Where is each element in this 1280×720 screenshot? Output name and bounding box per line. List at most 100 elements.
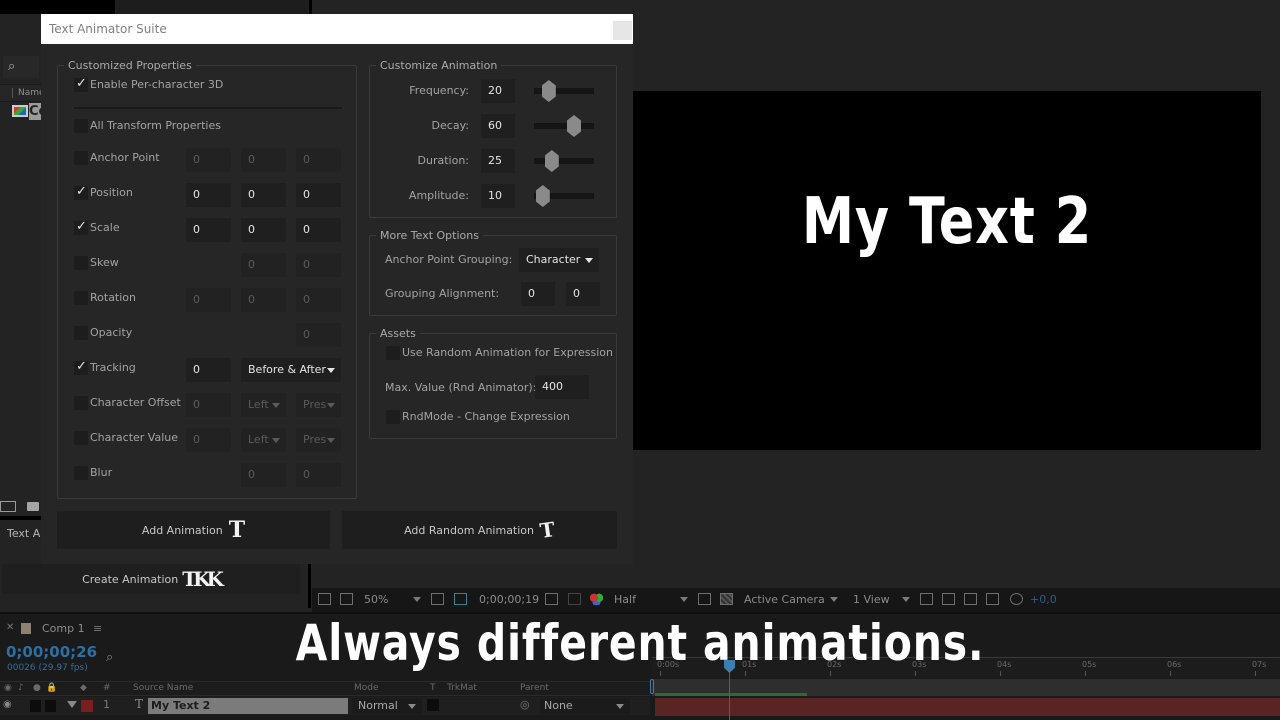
rotation-checkbox[interactable]: [74, 291, 88, 305]
layer-parent-dropdown[interactable]: None: [540, 698, 630, 714]
position-z-input[interactable]: 0: [296, 183, 341, 207]
column-source-name[interactable]: Source Name: [133, 682, 193, 695]
composition-viewer[interactable]: [633, 91, 1261, 450]
region-of-interest-icon[interactable]: [431, 593, 444, 605]
menu-icon[interactable]: ≡: [93, 620, 102, 638]
expand-triangle-icon[interactable]: [67, 701, 77, 708]
show-snapshot-icon[interactable]: [568, 593, 581, 605]
layer-color-label[interactable]: [81, 700, 93, 712]
position-x-input[interactable]: 0: [186, 183, 231, 207]
max-value-input[interactable]: 400: [535, 375, 589, 399]
exposure-value[interactable]: +0,0: [1030, 588, 1057, 612]
folder-icon[interactable]: [27, 502, 39, 511]
project-item[interactable]: Co: [0, 103, 42, 120]
trkmat-toggle[interactable]: [427, 699, 439, 711]
slider-track[interactable]: [534, 123, 594, 129]
skew-axis-input[interactable]: 0: [296, 253, 341, 277]
anchor-point-y-input[interactable]: 0: [241, 148, 286, 172]
panel-tab-text-animator[interactable]: Text Ar: [0, 520, 42, 548]
slider-value-input[interactable]: 10: [481, 184, 515, 208]
opacity-input[interactable]: 0: [296, 323, 341, 347]
scale-y-input[interactable]: 0: [241, 218, 286, 242]
lock-toggle[interactable]: [45, 700, 56, 712]
add-random-animation-button[interactable]: Add Random Animation T: [342, 511, 617, 549]
character-value-input[interactable]: 0: [186, 428, 231, 452]
eye-icon[interactable]: ◉: [3, 699, 12, 710]
character-offset-input[interactable]: 0: [186, 393, 231, 417]
views-dropdown[interactable]: 1 View: [853, 588, 890, 612]
tracking-type-dropdown[interactable]: Before & After: [241, 358, 341, 382]
audio-icon[interactable]: ♪: [18, 682, 24, 695]
fast-draft-icon[interactable]: [942, 593, 955, 605]
slider-track[interactable]: [534, 158, 594, 164]
camera-snapshot-icon[interactable]: [545, 593, 558, 605]
lock-icon[interactable]: 🔒: [46, 682, 57, 695]
transparency-grid-icon[interactable]: [720, 593, 733, 605]
anchor-grouping-dropdown[interactable]: Character: [519, 248, 599, 272]
skew-checkbox[interactable]: [74, 256, 88, 270]
position-y-input[interactable]: 0: [241, 183, 286, 207]
add-animation-button[interactable]: Add Animation T: [57, 511, 330, 549]
slider-value-input[interactable]: 20: [481, 79, 515, 103]
current-time-display[interactable]: 0;00;00;19: [479, 588, 539, 612]
solo-toggle[interactable]: [30, 700, 41, 712]
blur-x-input[interactable]: 0: [241, 463, 286, 487]
anchor-point-x-input[interactable]: 0: [186, 148, 231, 172]
channels-icon[interactable]: [590, 593, 603, 605]
rotation-x-input[interactable]: 0: [186, 288, 231, 312]
close-button[interactable]: [613, 21, 632, 40]
timeline-timecode[interactable]: 0;00;00;26: [6, 643, 97, 661]
layer-mode-dropdown[interactable]: Normal: [352, 698, 422, 714]
layer-duration-bar[interactable]: [655, 698, 1280, 716]
work-area-start-handle[interactable]: [650, 679, 654, 694]
pickwhip-icon[interactable]: ◎: [520, 698, 530, 711]
eye-icon[interactable]: ◉: [4, 682, 12, 695]
create-animation-button-content[interactable]: Create Animation TKK: [2, 564, 300, 594]
scale-x-input[interactable]: 0: [186, 218, 231, 242]
zoom-dropdown[interactable]: 50%: [364, 588, 388, 612]
character-offset-checkbox[interactable]: [74, 396, 88, 410]
character-value-mode-dropdown[interactable]: Pres: [296, 428, 341, 452]
project-column-header[interactable]: Name: [0, 84, 45, 102]
resolution-dropdown[interactable]: Half: [614, 588, 636, 612]
fast-previews-icon[interactable]: [698, 593, 711, 605]
enable-per-char-3d-checkbox[interactable]: [74, 76, 88, 92]
layer-name[interactable]: My Text 2: [148, 698, 348, 714]
toggle-pixel-aspect-icon[interactable]: [920, 593, 933, 605]
character-value-align-dropdown[interactable]: Left: [241, 428, 286, 452]
tracking-checkbox[interactable]: [74, 359, 88, 375]
camera-dropdown[interactable]: Active Camera: [744, 588, 825, 612]
monitor-icon[interactable]: [340, 593, 353, 605]
rotation-y-input[interactable]: 0: [241, 288, 286, 312]
anchor-point-z-input[interactable]: 0: [296, 148, 341, 172]
flowchart-icon[interactable]: [986, 593, 999, 605]
grouping-alignment-y-input[interactable]: 0: [566, 282, 600, 306]
slider-value-input[interactable]: 60: [481, 114, 515, 138]
skew-amount-input[interactable]: 0: [241, 253, 286, 277]
always-preview-icon[interactable]: [318, 593, 331, 605]
mask-visibility-icon[interactable]: [454, 593, 467, 605]
rotation-z-input[interactable]: 0: [296, 288, 341, 312]
use-random-animation-checkbox[interactable]: [386, 346, 400, 360]
timeline-icon[interactable]: [964, 593, 977, 605]
close-icon[interactable]: ✕: [6, 622, 14, 633]
all-transform-checkbox[interactable]: [74, 119, 88, 133]
solo-icon[interactable]: ●: [33, 682, 41, 695]
opacity-checkbox[interactable]: [74, 326, 88, 340]
slider-value-input[interactable]: 25: [481, 149, 515, 173]
label-icon[interactable]: ◆: [80, 682, 87, 695]
exposure-icon[interactable]: [1010, 593, 1023, 605]
interpret-footage-icon[interactable]: [0, 501, 16, 512]
blur-checkbox[interactable]: [74, 466, 88, 480]
tracking-input[interactable]: 0: [186, 358, 231, 382]
character-value-checkbox[interactable]: [74, 431, 88, 445]
character-offset-mode-dropdown[interactable]: Pres: [296, 393, 341, 417]
search-icon[interactable]: ⌕: [106, 650, 113, 665]
position-checkbox[interactable]: [74, 184, 88, 200]
anchor-point-checkbox[interactable]: [74, 151, 88, 165]
tab-comp-1[interactable]: Comp 1: [42, 620, 85, 638]
project-search-button[interactable]: ⌕: [3, 56, 39, 78]
character-offset-align-dropdown[interactable]: Left: [241, 393, 286, 417]
rnd-mode-checkbox[interactable]: [386, 410, 400, 424]
scale-z-input[interactable]: 0: [296, 218, 341, 242]
